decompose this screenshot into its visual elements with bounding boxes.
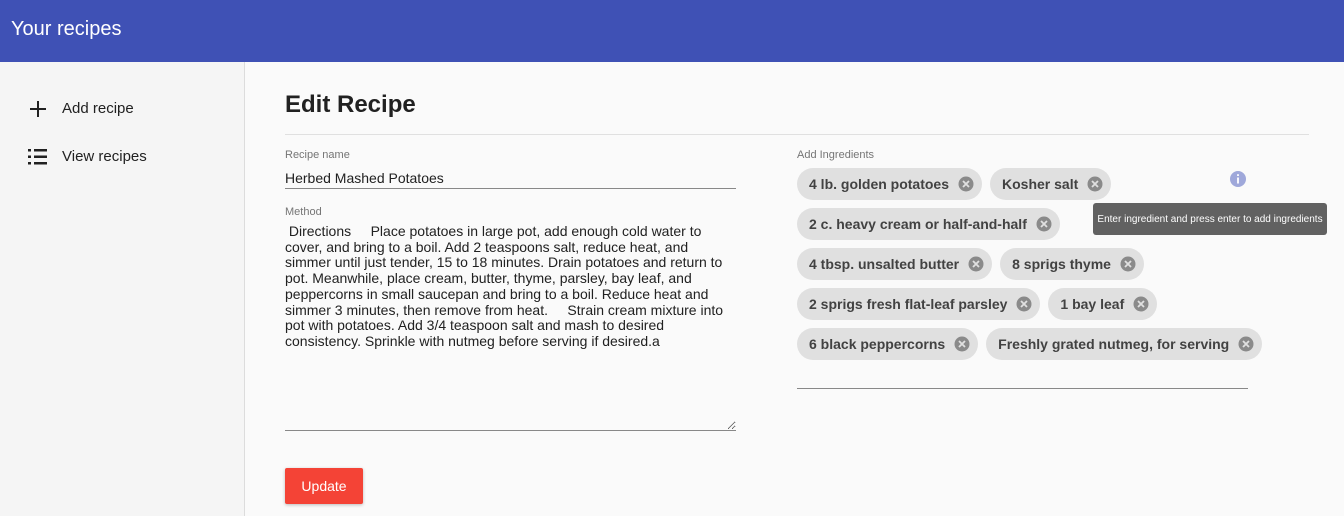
remove-chip-icon[interactable] — [967, 255, 985, 273]
list-icon — [27, 146, 49, 168]
chip-label: Freshly grated nutmeg, for serving — [998, 336, 1230, 352]
remove-chip-icon[interactable] — [957, 175, 975, 193]
method-textarea[interactable]: Directions Place potatoes in large pot, … — [285, 224, 736, 431]
ingredient-tooltip: Enter ingredient and press enter to add … — [1093, 203, 1327, 235]
app-title: Your recipes — [11, 18, 122, 40]
sidebar-item-add-recipe[interactable]: Add recipe — [0, 89, 244, 129]
chip-label: 1 bay leaf — [1060, 296, 1125, 312]
chip-row: 2 sprigs fresh flat-leaf parsley 1 bay l… — [797, 288, 1158, 320]
remove-chip-icon[interactable] — [1237, 335, 1255, 353]
page-title: Edit Recipe — [285, 91, 416, 118]
remove-chip-icon[interactable] — [953, 335, 971, 353]
ingredient-chip[interactable]: 4 lb. golden potatoes — [797, 168, 983, 200]
app-bar: Your recipes — [0, 0, 1344, 62]
plus-icon — [27, 98, 49, 120]
sidebar: Add recipe View recipes — [0, 62, 245, 516]
remove-chip-icon[interactable] — [1035, 215, 1053, 233]
chip-row: 4 tbsp. unsalted butter 8 sprigs thyme — [797, 248, 1144, 280]
chip-label: Kosher salt — [1002, 176, 1079, 192]
chip-label: 8 sprigs thyme — [1012, 256, 1111, 272]
chip-label: 6 black peppercorns — [809, 336, 946, 352]
ingredient-chip[interactable]: 8 sprigs thyme — [1000, 248, 1144, 280]
chip-label: 4 tbsp. unsalted butter — [809, 256, 960, 272]
chip-label: 2 sprigs fresh flat-leaf parsley — [809, 296, 1008, 312]
sidebar-item-label: View recipes — [62, 148, 147, 165]
recipe-name-input[interactable] — [285, 167, 736, 189]
main-content: Edit Recipe Recipe name Method Direction… — [245, 62, 1344, 516]
remove-chip-icon[interactable] — [1015, 295, 1033, 313]
add-ingredients-label: Add Ingredients — [797, 149, 875, 161]
sidebar-item-label: Add recipe — [62, 100, 134, 117]
ingredient-chip[interactable]: 4 tbsp. unsalted butter — [797, 248, 993, 280]
title-divider — [285, 134, 1309, 135]
remove-chip-icon[interactable] — [1086, 175, 1104, 193]
sidebar-item-view-recipes[interactable]: View recipes — [0, 137, 244, 177]
chip-row: 2 c. heavy cream or half-and-half — [797, 208, 1060, 240]
ingredient-chip[interactable]: Freshly grated nutmeg, for serving — [986, 328, 1263, 360]
ingredient-chip[interactable]: 2 c. heavy cream or half-and-half — [797, 208, 1060, 240]
remove-chip-icon[interactable] — [1132, 295, 1150, 313]
ingredient-input[interactable] — [797, 388, 1248, 389]
remove-chip-icon[interactable] — [1119, 255, 1137, 273]
ingredient-chip[interactable]: 2 sprigs fresh flat-leaf parsley — [797, 288, 1041, 320]
chip-label: 2 c. heavy cream or half-and-half — [809, 216, 1027, 232]
recipe-name-label: Recipe name — [285, 149, 350, 161]
ingredient-chip[interactable]: Kosher salt — [990, 168, 1112, 200]
chip-row: 6 black peppercorns Freshly grated nutme… — [797, 328, 1263, 360]
info-icon[interactable] — [1229, 170, 1247, 188]
update-button[interactable]: Update — [285, 468, 363, 504]
chip-label: 4 lb. golden potatoes — [809, 176, 950, 192]
method-label: Method — [285, 206, 322, 218]
ingredient-chip[interactable]: 1 bay leaf — [1048, 288, 1158, 320]
ingredient-chip[interactable]: 6 black peppercorns — [797, 328, 979, 360]
chip-row: 4 lb. golden potatoes Kosher salt — [797, 168, 1112, 200]
